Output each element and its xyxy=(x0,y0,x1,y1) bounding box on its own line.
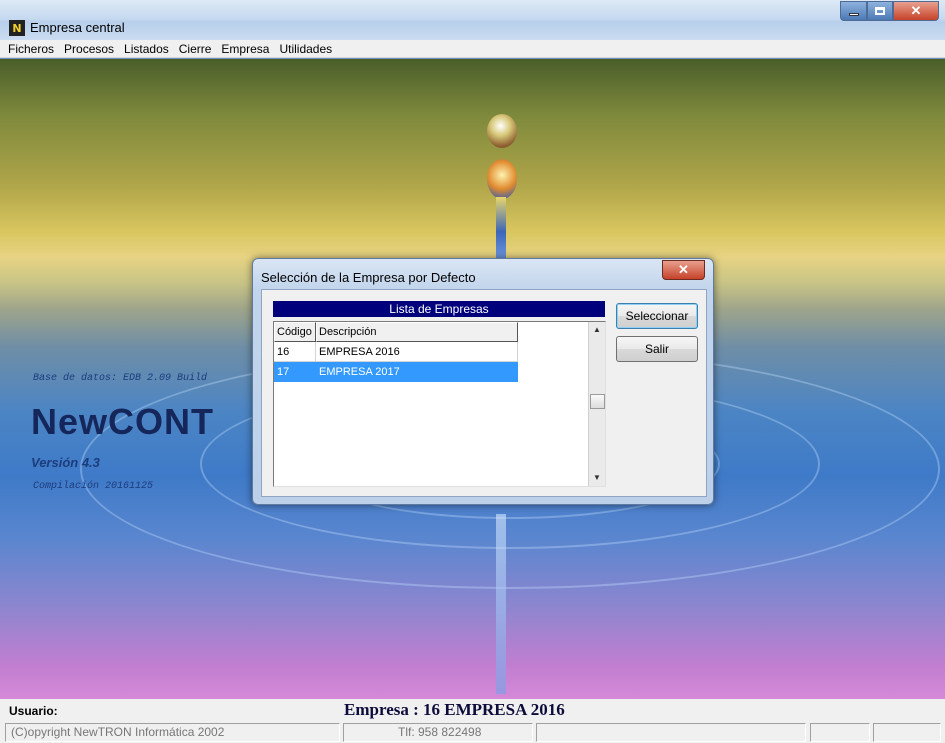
minimize-icon xyxy=(848,12,859,16)
close-icon: ✕ xyxy=(678,262,689,277)
water-stream xyxy=(496,197,506,267)
dialog-body: Lista de Empresas Código Descripción 16 … xyxy=(261,289,707,497)
compile-text: Compilación 20161125 xyxy=(33,481,154,492)
vertical-scrollbar[interactable]: ▲ ▼ xyxy=(588,322,605,486)
window-titlebar: N Empresa central ✕ xyxy=(0,0,945,40)
cell-description: EMPRESA 2017 xyxy=(316,362,518,382)
database-info: Base de datos: EDB 2.09 Build xyxy=(33,373,208,384)
status-panel-empty xyxy=(873,723,941,742)
select-button[interactable]: Seleccionar xyxy=(616,303,698,329)
cell-code: 17 xyxy=(274,362,316,382)
scroll-thumb[interactable] xyxy=(590,394,605,409)
status-panel-empty xyxy=(536,723,806,742)
menu-ficheros[interactable]: Ficheros xyxy=(8,40,54,57)
column-header-description[interactable]: Descripción xyxy=(316,322,518,342)
copyright-panel: (C)opyright NewTRON Informática 2002 xyxy=(5,723,340,742)
dialog-close-button[interactable]: ✕ xyxy=(662,260,705,280)
water-drop xyxy=(487,114,517,148)
status-panel-empty xyxy=(810,723,870,742)
list-header: Lista de Empresas xyxy=(273,301,605,317)
dialog-title: Selección de la Empresa por Defecto xyxy=(261,270,476,285)
close-button[interactable]: ✕ xyxy=(893,1,939,21)
cell-code: 16 xyxy=(274,342,316,362)
close-icon: ✕ xyxy=(910,3,922,18)
table-row[interactable]: 16 EMPRESA 2016 xyxy=(274,342,518,362)
menu-listados[interactable]: Listados xyxy=(124,40,169,57)
water-reflection xyxy=(496,514,506,694)
cell-description: EMPRESA 2016 xyxy=(316,342,518,362)
company-grid[interactable]: Código Descripción 16 EMPRESA 2016 17 EM… xyxy=(273,321,606,487)
menu-bar: Ficheros Procesos Listados Cierre Empres… xyxy=(0,40,945,58)
user-label: Usuario: xyxy=(9,704,58,718)
grid-header: Código Descripción xyxy=(274,322,518,342)
window-controls: ✕ xyxy=(840,1,939,21)
current-company: Empresa : 16 EMPRESA 2016 xyxy=(344,700,565,719)
menu-cierre[interactable]: Cierre xyxy=(179,40,212,57)
maximize-icon xyxy=(875,7,885,15)
menu-empresa[interactable]: Empresa xyxy=(221,40,269,57)
window-title: Empresa central xyxy=(30,20,125,35)
phone-panel: Tlf: 958 822498 xyxy=(343,723,533,742)
water-drop xyxy=(487,159,517,199)
column-header-code[interactable]: Código xyxy=(274,322,316,342)
brand-logo-text: NewCONT xyxy=(31,401,215,442)
app-logo-icon[interactable]: N xyxy=(9,20,25,36)
user-status-bar: Usuario: Empresa : 16 EMPRESA 2016 xyxy=(0,699,945,721)
company-select-dialog: Selección de la Empresa por Defecto ✕ Li… xyxy=(252,258,714,505)
scroll-down-icon[interactable]: ▼ xyxy=(589,470,605,486)
table-row-selected[interactable]: 17 EMPRESA 2017 xyxy=(274,362,518,382)
scroll-up-icon[interactable]: ▲ xyxy=(589,322,605,338)
status-bar: (C)opyright NewTRON Informática 2002 Tlf… xyxy=(0,721,945,743)
minimize-button[interactable] xyxy=(840,1,867,21)
maximize-button[interactable] xyxy=(867,1,893,21)
exit-button[interactable]: Salir xyxy=(616,336,698,362)
menu-utilidades[interactable]: Utilidades xyxy=(279,40,332,57)
menu-procesos[interactable]: Procesos xyxy=(64,40,114,57)
version-text: Versión 4.3 xyxy=(31,455,100,470)
